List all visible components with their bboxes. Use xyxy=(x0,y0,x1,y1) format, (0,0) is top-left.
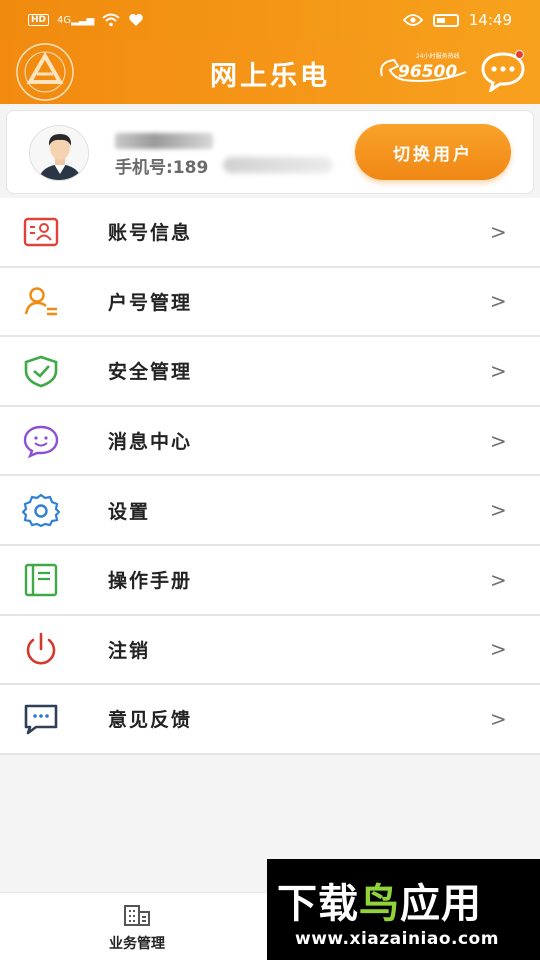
gear-icon xyxy=(22,493,60,528)
chat-button[interactable] xyxy=(480,50,526,94)
watermark-title: 下载鸟应用 xyxy=(277,881,482,927)
tab-label: 业务管理 xyxy=(109,936,165,952)
menu-item-label: 账号信息 xyxy=(108,222,193,245)
hotline-number: 96500 xyxy=(398,62,458,82)
menu-item-label: 意见反馈 xyxy=(108,709,193,732)
app-header: 网上乐电 24小时服务热线 96500 xyxy=(0,40,540,104)
heart-icon xyxy=(129,14,143,26)
status-bar: HD 4G▂▃▅ 14:49 xyxy=(0,0,540,40)
menu-item-feedback[interactable]: 意见反馈 > xyxy=(0,685,540,755)
chevron-right-icon: > xyxy=(490,567,507,592)
phone-label: 手机号:189 xyxy=(115,158,209,178)
menu-item-logout[interactable]: 注销 > xyxy=(0,616,540,686)
signal-icon: 4G▂▃▅ xyxy=(57,14,95,26)
chevron-right-icon: > xyxy=(490,289,507,314)
menu-item-label: 安全管理 xyxy=(108,361,193,384)
menu-item-household-management[interactable]: 户号管理 > xyxy=(0,268,540,338)
phone-number-masked xyxy=(223,157,333,173)
menu-item-label: 操作手册 xyxy=(108,570,193,593)
chevron-right-icon: > xyxy=(490,498,507,523)
building-icon xyxy=(124,905,150,926)
notification-dot xyxy=(515,50,524,59)
message-smile-icon xyxy=(23,425,59,458)
menu-item-label: 户号管理 xyxy=(108,291,193,314)
watermark-url: www.xiazainiao.com xyxy=(295,929,499,949)
shield-check-icon xyxy=(24,355,58,388)
chevron-right-icon: > xyxy=(490,428,507,453)
chevron-right-icon: > xyxy=(490,219,507,244)
hotline-button[interactable]: 24小时服务热线 96500 xyxy=(376,52,470,88)
menu-item-security[interactable]: 安全管理 > xyxy=(0,337,540,407)
id-card-icon xyxy=(23,217,59,246)
menu-item-label: 注销 xyxy=(108,639,151,662)
hotline-caption: 24小时服务热线 xyxy=(416,53,460,60)
book-icon xyxy=(24,563,58,596)
user-card: 手机号:189 切换用户 xyxy=(6,110,534,194)
user-avatar-icon xyxy=(30,126,88,180)
eye-icon xyxy=(402,14,423,26)
switch-user-button[interactable]: 切换用户 xyxy=(355,124,511,180)
wifi-icon xyxy=(102,13,120,27)
menu-item-account-info[interactable]: 账号信息 > xyxy=(0,198,540,268)
clock: 14:49 xyxy=(468,11,512,29)
feedback-icon xyxy=(24,704,58,735)
menu-item-settings[interactable]: 设置 > xyxy=(0,476,540,546)
avatar[interactable] xyxy=(29,125,89,181)
power-icon xyxy=(26,633,56,665)
user-name-masked xyxy=(115,133,213,149)
watermark-overlay: 下载鸟应用 www.xiazainiao.com xyxy=(267,859,540,960)
user-list-icon xyxy=(24,287,57,316)
menu-item-label: 消息中心 xyxy=(108,431,193,454)
chevron-right-icon: > xyxy=(490,358,507,383)
menu-item-manual[interactable]: 操作手册 > xyxy=(0,546,540,616)
menu-item-message-center[interactable]: 消息中心 > xyxy=(0,407,540,477)
battery-icon xyxy=(432,13,459,27)
chevron-right-icon: > xyxy=(490,637,507,662)
tab-business-management[interactable]: 业务管理 xyxy=(98,903,176,953)
hd-indicator: HD xyxy=(28,14,50,26)
menu-item-label: 设置 xyxy=(108,500,151,523)
settings-menu: 账号信息 > 户号管理 > 安全管理 > 消息中心 > 设置 > 操作手册 > … xyxy=(0,198,540,755)
chevron-right-icon: > xyxy=(490,706,507,731)
